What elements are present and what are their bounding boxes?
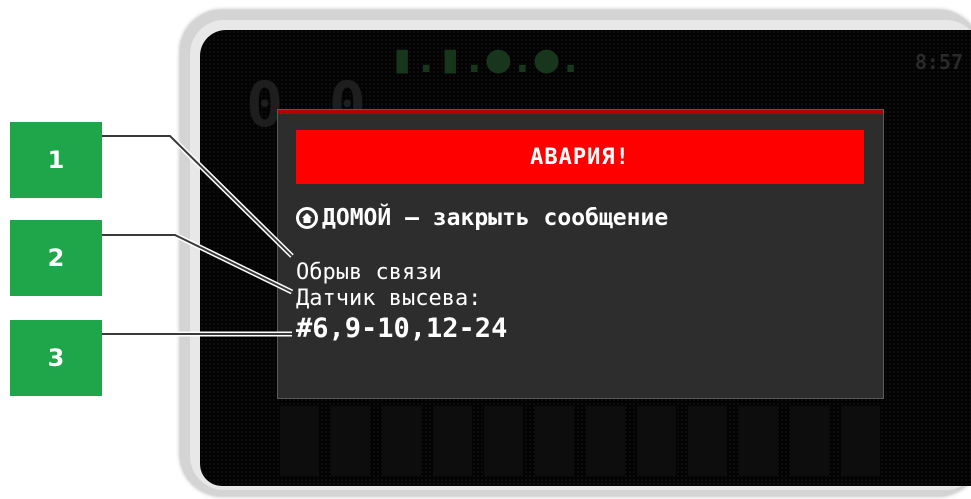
callout-1: 1 — [10, 122, 102, 198]
callout-2: 2 — [10, 220, 102, 296]
callout-3: 3 — [10, 320, 102, 396]
callout-leader-lines — [102, 133, 294, 337]
